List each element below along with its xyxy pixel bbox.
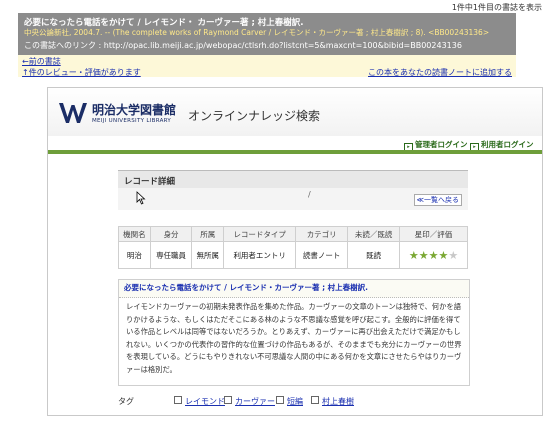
table-cell: 無所属 [191, 241, 225, 269]
tag-icon [311, 396, 319, 404]
mouse-cursor-icon [136, 191, 146, 205]
star-filled-icon: ★ [438, 248, 449, 262]
publication-info: 中央公論新社, 2004.7. -- (The complete works o… [24, 28, 490, 37]
table-cell: 専任職員 [149, 241, 193, 269]
column-header: 未読／既読 [347, 226, 401, 242]
column-header: カテゴリ [295, 226, 349, 242]
table-cell: 利用者エントリ [223, 241, 297, 269]
site-header: 明治大学図書館 MEIJI UNIVERSITY LIBRARY オンラインナレ… [48, 88, 542, 141]
user-login-label: 利用者ログイン [481, 140, 534, 149]
record-detail-title: レコード詳細 [124, 177, 176, 187]
column-header: 星印／評価 [399, 226, 468, 242]
review-link[interactable]: ↑件のレビュー・評価があります [22, 67, 141, 78]
accent-strip [48, 150, 542, 154]
column-header: 所属 [191, 226, 225, 242]
tag-icon [276, 396, 284, 404]
tag-link[interactable]: 村上春樹 [311, 396, 354, 407]
tags-label: タグ [118, 397, 134, 406]
review-box: 必要になったら電話をかけて / レイモンド・カーヴァー著 ; 村上春樹訳. レイ… [118, 279, 470, 386]
library-name: 明治大学図書館 [92, 103, 177, 117]
link-bar: ←前の書誌 ↑件のレビュー・評価があります この本をあなたの読書ノートに追加する [18, 55, 516, 77]
tag-label: レイモンド [185, 397, 225, 406]
record-counter: 1件中1件目の書誌を表示 [451, 3, 542, 12]
record-detail-header: レコード詳細 [118, 170, 468, 189]
embedded-page-frame: 明治大学図書館 MEIJI UNIVERSITY LIBRARY オンラインナレ… [47, 87, 543, 416]
prev-record-link[interactable]: ←前の書誌 [22, 56, 61, 67]
table-cell: 明治 [118, 241, 151, 269]
star-filled-icon: ★ [418, 248, 429, 262]
add-to-notebook-link[interactable]: この本をあなたの読書ノートに追加する [368, 67, 512, 78]
bibliographic-info-box: 必要になったら電話をかけて / レイモンド・ カーヴァー著 ; 村上春樹訳. 中… [18, 13, 516, 55]
back-to-list-button[interactable]: ≪一覧へ戻る [413, 194, 462, 206]
column-header: レコードタイプ [223, 226, 297, 242]
review-title-link[interactable]: 必要になったら電話をかけて / レイモンド・カーヴァー著 ; 村上春樹訳. [119, 280, 469, 298]
tag-label: 短編 [287, 397, 303, 406]
permalink-text[interactable]: この書誌へのリンク : http://opac.lib.meiji.ac.jp/… [24, 40, 462, 51]
review-text: レイモンドカーヴァーの初期未発表作品を集めた作品。カーヴァーの文章のトーンは独特… [126, 302, 462, 374]
library-name-en: MEIJI UNIVERSITY LIBRARY [92, 118, 172, 124]
tag-link[interactable]: レイモンド [174, 396, 225, 407]
star-empty-icon: ★ [448, 248, 459, 262]
table-row: 明治 専任職員 無所属 利用者エントリ 読書ノート 既読 ★★★★★ [118, 241, 468, 269]
table-cell: 既読 [347, 241, 401, 269]
column-header: 機関名 [118, 226, 151, 242]
tag-label: 村上春樹 [322, 397, 354, 406]
tag-label: カーヴァー [235, 397, 275, 406]
site-title: オンラインナレッジ検索 [188, 109, 321, 123]
column-header: 身分 [149, 226, 193, 242]
record-metadata-table: 機関名 身分 所属 レコードタイプ カテゴリ 未読／既読 星印／評価 明治 専任… [118, 226, 468, 269]
record-toolbar: / ≪一覧へ戻る [118, 188, 468, 210]
tag-icon [224, 396, 232, 404]
rating-cell: ★★★★★ [399, 241, 468, 269]
admin-login-label: 管理者ログイン [415, 140, 468, 149]
library-logo-icon [59, 103, 87, 123]
tag-link[interactable]: 短編 [276, 396, 303, 407]
star-filled-icon: ★ [408, 248, 419, 262]
star-filled-icon: ★ [428, 248, 439, 262]
record-separator: / [308, 190, 311, 199]
tag-icon [174, 396, 182, 404]
tag-link[interactable]: カーヴァー [224, 396, 275, 407]
table-cell: 読書ノート [295, 241, 349, 269]
